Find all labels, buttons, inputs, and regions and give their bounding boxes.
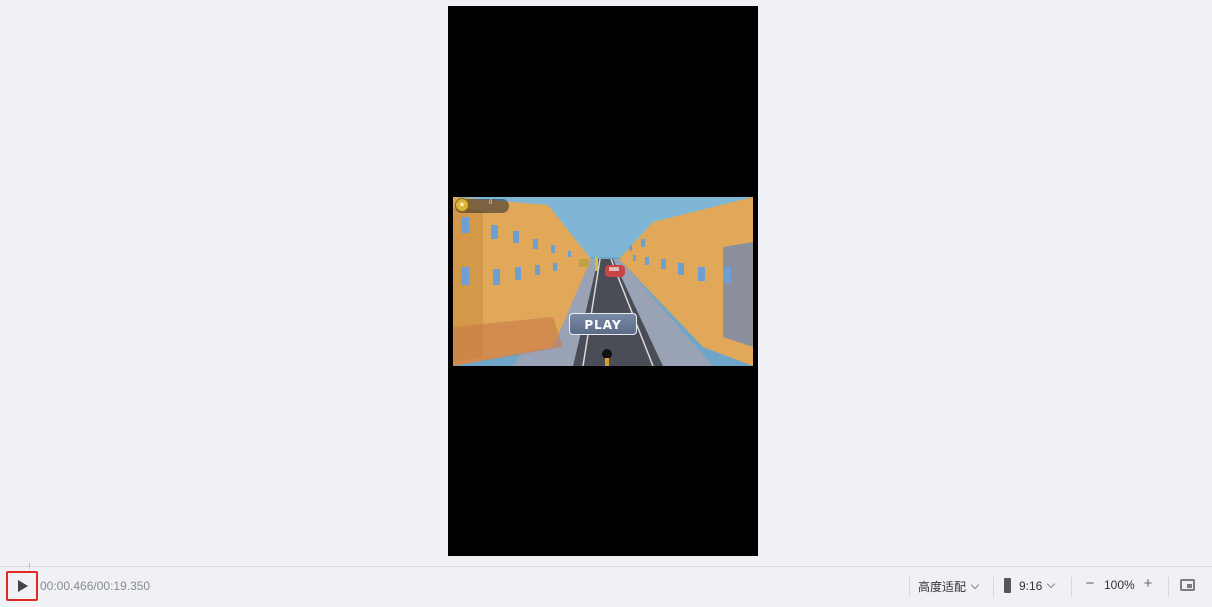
coin-icon: ★ [455, 198, 469, 212]
aspect-ratio-dropdown[interactable]: 9:16 [1004, 578, 1056, 593]
zoom-in-button[interactable]: + [1141, 575, 1155, 592]
preview-canvas: ★ 0 PLAY [448, 6, 758, 556]
chevron-down-icon [970, 580, 980, 590]
game-play-button[interactable]: PLAY [569, 313, 637, 335]
zoom-level: 100% [1104, 578, 1135, 592]
street-scene-illustration [453, 197, 753, 366]
zoom-out-button[interactable]: − [1083, 575, 1097, 592]
chevron-down-icon [1047, 579, 1056, 589]
play-button[interactable] [6, 571, 38, 601]
fit-mode-dropdown[interactable]: 高度适配 [918, 578, 980, 595]
video-editor-preview: ★ 0 PLAY 00:00.466/00:19.350 高度适配 9:16 −… [0, 0, 1212, 607]
toolbar-divider [993, 577, 994, 597]
toolbar-divider [909, 577, 910, 597]
timecode: 00:00.466/00:19.350 [40, 579, 151, 593]
portrait-ratio-icon [1004, 578, 1011, 593]
game-video-frame: ★ 0 PLAY [453, 197, 753, 366]
coin-count: 0 [489, 200, 493, 206]
toolbar-divider [1071, 577, 1072, 597]
coin-counter: ★ 0 [455, 198, 509, 213]
playback-toolbar: 00:00.466/00:19.350 高度适配 9:16 − 100% + [0, 563, 1212, 607]
aspect-ratio-label: 9:16 [1019, 579, 1043, 593]
playhead-marker [29, 563, 30, 569]
toolbar-divider [1168, 577, 1169, 597]
fit-mode-label: 高度适配 [918, 580, 967, 594]
play-icon [18, 580, 28, 592]
fit-screen-icon[interactable] [1180, 579, 1195, 591]
